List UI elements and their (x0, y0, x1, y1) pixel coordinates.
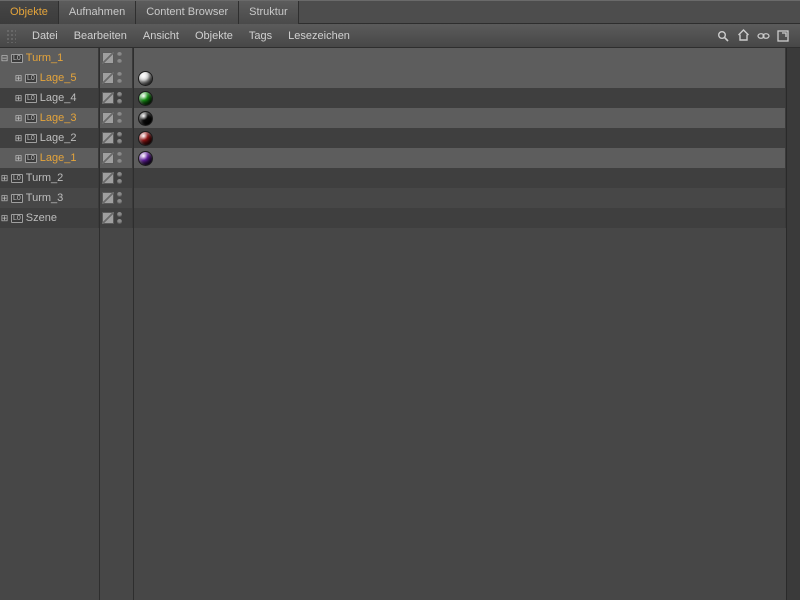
layer-visibility-toggle[interactable] (102, 72, 114, 84)
material-tag[interactable] (138, 91, 153, 106)
layer-badge: L0 (11, 214, 23, 223)
layer-visibility-toggle[interactable] (102, 212, 114, 224)
disclosure-toggle[interactable]: ⊞ (14, 74, 23, 83)
layer-badge: L0 (11, 174, 23, 183)
menu-bookmarks[interactable]: Lesezeichen (280, 24, 358, 48)
object-label: Turm_3 (26, 192, 64, 204)
layer-visibility-toggle[interactable] (102, 112, 114, 124)
render-visibility-toggle[interactable] (117, 152, 127, 164)
menu-edit[interactable]: Bearbeiten (66, 24, 135, 48)
disclosure-toggle[interactable]: ⊞ (0, 174, 9, 183)
menu-file[interactable]: Datei (24, 24, 66, 48)
object-label: Turm_1 (26, 52, 64, 64)
layer-badge: L0 (11, 54, 23, 63)
disclosure-toggle[interactable]: ⊞ (14, 114, 23, 123)
object-manager: ⊟ L0 Turm_1 ⊞ L0 Lage_5 ⊞ L0 Lage_4 ⊞ (0, 48, 800, 600)
object-label: Lage_4 (40, 92, 77, 104)
panel-tab-strip: Objekte Aufnahmen Content Browser Strukt… (0, 0, 800, 24)
object-label: Lage_3 (40, 112, 77, 124)
disclosure-toggle[interactable]: ⊞ (14, 94, 23, 103)
layer-visibility-toggle[interactable] (102, 152, 114, 164)
layer-badge: L0 (25, 134, 37, 143)
menu-tags[interactable]: Tags (241, 24, 280, 48)
maximize-icon[interactable] (776, 29, 790, 43)
tree-item-lage-1[interactable]: ⊞ L0 Lage_1 (0, 148, 99, 168)
tree-item-szene[interactable]: ⊞ L0 Szene (0, 208, 99, 228)
disclosure-toggle[interactable]: ⊞ (0, 214, 9, 223)
search-icon[interactable] (716, 29, 730, 43)
layer-badge: L0 (25, 114, 37, 123)
tree-item-lage-4[interactable]: ⊞ L0 Lage_4 (0, 88, 99, 108)
object-label: Lage_2 (40, 132, 77, 144)
material-tag[interactable] (138, 111, 153, 126)
layer-badge: L0 (11, 194, 23, 203)
disclosure-toggle[interactable]: ⊟ (0, 54, 9, 63)
home-icon[interactable] (736, 29, 750, 43)
visibility-column (100, 48, 134, 600)
object-label: Szene (26, 212, 57, 224)
disclosure-toggle[interactable]: ⊞ (0, 194, 9, 203)
layer-visibility-toggle[interactable] (102, 192, 114, 204)
layer-visibility-toggle[interactable] (102, 92, 114, 104)
grip-icon (6, 29, 16, 43)
layer-badge: L0 (25, 94, 37, 103)
tab-structure[interactable]: Struktur (239, 1, 299, 24)
render-visibility-toggle[interactable] (117, 192, 127, 204)
render-visibility-toggle[interactable] (117, 212, 127, 224)
layer-visibility-toggle[interactable] (102, 172, 114, 184)
object-label: Lage_1 (40, 152, 77, 164)
material-tag[interactable] (138, 151, 153, 166)
tree-item-turm-3[interactable]: ⊞ L0 Turm_3 (0, 188, 99, 208)
render-visibility-toggle[interactable] (117, 52, 127, 64)
disclosure-toggle[interactable]: ⊞ (14, 134, 23, 143)
render-visibility-toggle[interactable] (117, 72, 127, 84)
material-tag[interactable] (138, 131, 153, 146)
scrollbar[interactable] (786, 48, 800, 600)
layer-visibility-toggle[interactable] (102, 132, 114, 144)
tab-objects[interactable]: Objekte (0, 1, 59, 24)
tree-item-turm-1[interactable]: ⊟ L0 Turm_1 (0, 48, 99, 68)
tags-column (134, 48, 786, 600)
tree-item-lage-3[interactable]: ⊞ L0 Lage_3 (0, 108, 99, 128)
disclosure-toggle[interactable]: ⊞ (14, 154, 23, 163)
tree-item-turm-2[interactable]: ⊞ L0 Turm_2 (0, 168, 99, 188)
tree-item-lage-2[interactable]: ⊞ L0 Lage_2 (0, 128, 99, 148)
render-visibility-toggle[interactable] (117, 172, 127, 184)
render-visibility-toggle[interactable] (117, 132, 127, 144)
menu-objects[interactable]: Objekte (187, 24, 241, 48)
material-tag[interactable] (138, 71, 153, 86)
tab-content-browser[interactable]: Content Browser (136, 1, 239, 24)
link-icon[interactable] (756, 29, 770, 43)
layer-badge: L0 (25, 154, 37, 163)
tree-item-lage-5[interactable]: ⊞ L0 Lage_5 (0, 68, 99, 88)
render-visibility-toggle[interactable] (117, 92, 127, 104)
object-label: Turm_2 (26, 172, 64, 184)
object-label: Lage_5 (40, 72, 77, 84)
render-visibility-toggle[interactable] (117, 112, 127, 124)
layer-badge: L0 (25, 74, 37, 83)
menu-view[interactable]: Ansicht (135, 24, 187, 48)
object-name-column: ⊟ L0 Turm_1 ⊞ L0 Lage_5 ⊞ L0 Lage_4 ⊞ (0, 48, 100, 600)
tab-takes[interactable]: Aufnahmen (59, 1, 136, 24)
layer-visibility-toggle[interactable] (102, 52, 114, 64)
object-manager-menubar: Datei Bearbeiten Ansicht Objekte Tags Le… (0, 24, 800, 48)
